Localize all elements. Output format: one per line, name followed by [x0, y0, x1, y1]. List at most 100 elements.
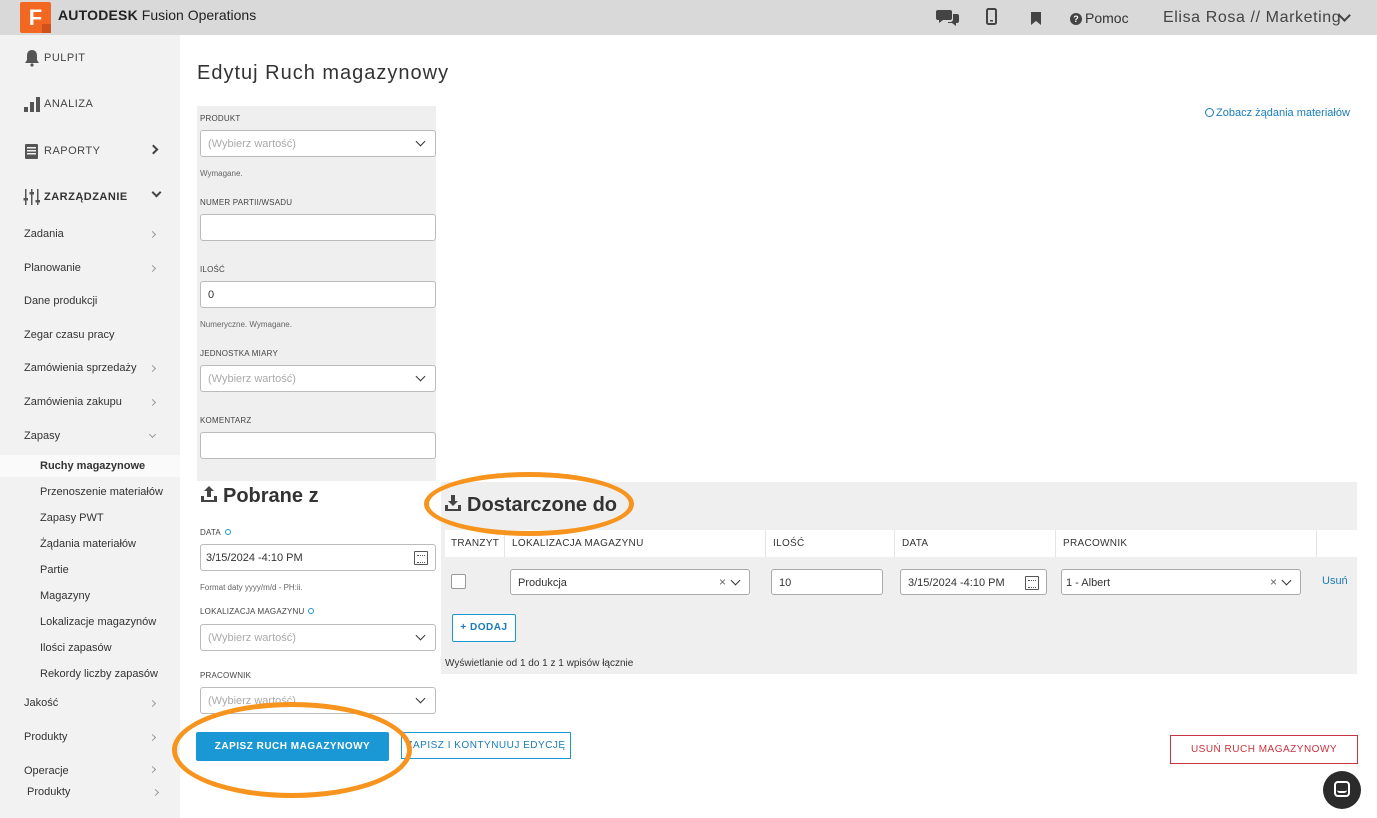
chevron-down-icon: [415, 630, 426, 641]
qty-input[interactable]: 0: [200, 281, 436, 308]
column-divider: [894, 530, 895, 557]
qty-label: ILOŚĆ: [200, 265, 226, 274]
material-requests-link[interactable]: Zobacz żądania materiałów: [1205, 107, 1350, 119]
sidebar-item-zegar[interactable]: Zegar czasu pracy: [24, 329, 114, 341]
report-icon: [25, 144, 38, 159]
chat-support-icon[interactable]: [1323, 771, 1361, 809]
sidebar-item-pulpit[interactable]: PULPIT: [0, 37, 180, 77]
sidebar-item-zadania[interactable]: Zadania: [24, 228, 64, 240]
delivered-worker-select[interactable]: 1 - Albert ×: [1061, 569, 1301, 595]
taken-date-label-text: DATA: [200, 528, 221, 537]
save-continue-button[interactable]: ZAPISZ I KONTYNUUJ EDYCJĘ: [401, 732, 571, 759]
sidebar-item-zarzadzanie[interactable]: ZARZĄDZANIE: [0, 176, 180, 216]
product-select[interactable]: (Wybierz wartość): [200, 130, 436, 157]
column-divider: [1055, 530, 1056, 557]
material-requests-label: Zobacz żądania materiałów: [1216, 107, 1350, 119]
delivered-location-select[interactable]: Produkcja ×: [510, 569, 750, 595]
col-data[interactable]: DATA: [902, 538, 928, 549]
batch-input[interactable]: [200, 214, 436, 241]
uom-label: JEDNOSTKA MIARY: [200, 349, 278, 358]
chat-icon[interactable]: [936, 8, 960, 31]
brand-name: AUTODESK Fusion Operations: [58, 7, 256, 23]
taken-location-select[interactable]: (Wybierz wartość): [200, 624, 436, 651]
calendar-icon[interactable]: [414, 551, 428, 565]
col-ilosc[interactable]: ILOŚĆ: [773, 538, 805, 549]
user-menu[interactable]: Elisa Rosa // Marketing: [1163, 9, 1341, 27]
chevron-down-icon: [415, 371, 426, 382]
sidebar-item-planowanie[interactable]: Planowanie: [24, 262, 81, 274]
add-row-button[interactable]: + DODAJ: [452, 614, 516, 642]
chevron-down-icon: [415, 693, 426, 704]
clear-icon[interactable]: ×: [1270, 575, 1277, 589]
comment-label: KOMENTARZ: [200, 416, 252, 425]
delete-button[interactable]: USUŃ RUCH MAGAZYNOWY: [1170, 735, 1358, 764]
delivered-date-input[interactable]: 3/15/2024 -4:10 PM: [900, 569, 1047, 595]
chevron-right-icon: [151, 788, 160, 797]
arrow-circle-icon: [1205, 108, 1214, 117]
sidebar-item-dane-produkcji[interactable]: Dane produkcji: [24, 295, 97, 307]
fusion-logo[interactable]: F: [20, 2, 51, 33]
delivered-date-value: 3/15/2024 -4:10 PM: [908, 577, 1005, 589]
bar-chart-icon: [24, 97, 40, 112]
sidebar-item-ilosci[interactable]: Ilości zapasów: [40, 642, 112, 654]
upload-icon: [201, 486, 217, 502]
sidebar-item-lokalizacje[interactable]: Lokalizacje magazynów: [40, 616, 156, 628]
chevron-right-icon: [148, 144, 159, 155]
sidebar-item-raporty[interactable]: RAPORTY: [0, 130, 180, 170]
chevron-down-icon: [151, 187, 162, 198]
sidebar-item-partie[interactable]: Partie: [40, 564, 69, 576]
bookmark-icon[interactable]: [1031, 12, 1041, 30]
taken-date-input[interactable]: 3/15/2024 -4:10 PM: [200, 544, 436, 571]
taken-from-heading: Pobrane z: [200, 485, 319, 508]
sidebar-item-ruchy-magazynowe[interactable]: Ruchy magazynowe: [40, 460, 145, 472]
sidebar-item-magazyny[interactable]: Magazyny: [40, 590, 90, 602]
chevron-right-icon: [148, 230, 157, 239]
col-pracownik[interactable]: PRACOWNIK: [1063, 538, 1127, 549]
uom-select[interactable]: (Wybierz wartość): [200, 365, 436, 392]
delivered-qty-input[interactable]: 10: [771, 569, 883, 595]
chevron-down-icon: [1281, 575, 1292, 586]
taken-location-label: LOKALIZACJA MAGAZYNU: [200, 607, 315, 616]
sidebar-item-analiza[interactable]: ANALIZA: [0, 83, 180, 123]
chevron-down-icon: [415, 136, 426, 147]
chevron-right-icon: [148, 264, 157, 273]
chevron-right-icon: [148, 364, 157, 373]
sidebar-item-operacje[interactable]: Operacje: [24, 765, 69, 777]
top-bar: F AUTODESK Fusion Operations ? Pomoc Elis…: [0, 0, 1377, 35]
sidebar-item-zadania-materialow[interactable]: Żądania materiałów: [40, 538, 136, 550]
comment-input[interactable]: [200, 432, 436, 459]
calendar-icon[interactable]: [1025, 576, 1039, 590]
transit-checkbox[interactable]: [451, 574, 466, 589]
delivered-worker-value: 1 - Albert: [1066, 577, 1111, 589]
help-icon: ?: [1070, 13, 1082, 25]
chevron-down-icon: [730, 575, 741, 586]
remove-row-link[interactable]: Usuń: [1322, 575, 1348, 587]
sidebar-item-rekordy[interactable]: Rekordy liczby zapasów: [40, 668, 158, 680]
sidebar-item-label: ANALIZA: [44, 98, 94, 110]
col-lokalizacja[interactable]: LOKALIZACJA MAGAZYNU: [512, 538, 644, 549]
help-link[interactable]: ? Pomoc: [1070, 10, 1129, 26]
sidebar-item-label: PULPIT: [44, 52, 86, 64]
product-hint: Wymagane.: [200, 169, 243, 178]
sidebar-item-przenoszenie[interactable]: Przenoszenie materiałów: [40, 486, 163, 498]
sidebar-item-produkty-2[interactable]: Produkty: [27, 786, 70, 798]
sidebar-item-label: RAPORTY: [44, 145, 101, 157]
bell-icon: [25, 50, 39, 67]
save-button[interactable]: ZAPISZ RUCH MAGAZYNOWY: [196, 732, 389, 761]
chevron-down-icon: [148, 430, 157, 439]
sidebar-item-zapasy-pwt[interactable]: Zapasy PWT: [40, 512, 104, 524]
sidebar-item-produkty[interactable]: Produkty: [24, 731, 67, 743]
sidebar-item-zamowienia-zakupu[interactable]: Zamówienia zakupu: [24, 396, 122, 408]
chevron-right-icon: [148, 765, 157, 774]
sidebar-item-zamowienia-sprzedazy[interactable]: Zamówienia sprzedaży: [24, 362, 137, 374]
sidebar-item-jakosc[interactable]: Jakość: [24, 697, 58, 709]
mobile-icon[interactable]: [986, 8, 997, 30]
product-placeholder: (Wybierz wartość): [208, 138, 296, 150]
clear-icon[interactable]: ×: [719, 575, 726, 589]
page-title: Edytuj Ruch magazynowy: [197, 62, 450, 84]
sidebar-item-zapasy[interactable]: Zapasy: [24, 430, 60, 442]
required-icon: [308, 608, 315, 614]
taken-worker-select[interactable]: (Wybierz wartość): [200, 687, 436, 714]
qty-hint: Numeryczne. Wymagane.: [200, 320, 292, 329]
col-tranzyt[interactable]: TRANZYT: [451, 538, 499, 549]
